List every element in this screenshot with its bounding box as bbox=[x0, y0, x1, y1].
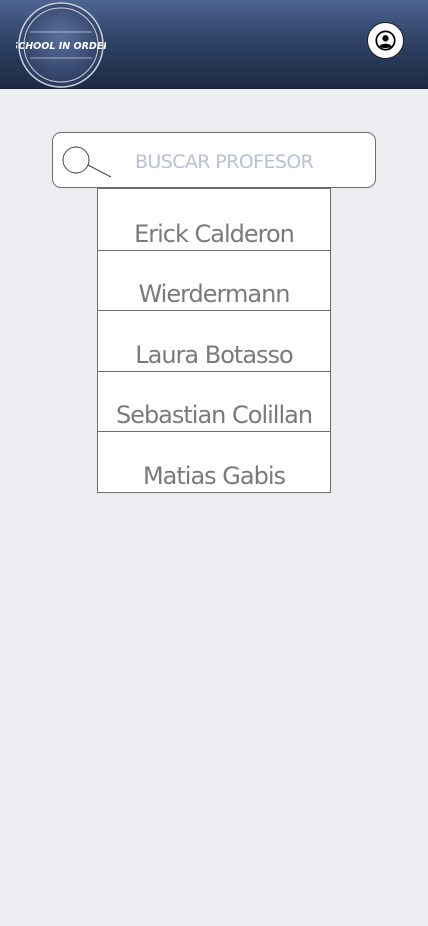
logo-text: SCHOOL IN ORDER bbox=[16, 41, 106, 52]
teacher-name: Erick Calderon bbox=[134, 219, 295, 248]
profile-button[interactable] bbox=[367, 22, 404, 59]
teacher-list: Erick Calderon Wierdermann Laura Botasso… bbox=[97, 188, 331, 493]
teacher-list-item[interactable]: Laura Botasso bbox=[98, 310, 330, 371]
user-circle-icon bbox=[375, 30, 396, 51]
teacher-list-item[interactable]: Sebastian Colillan bbox=[98, 370, 330, 432]
teacher-search-box[interactable] bbox=[52, 132, 376, 188]
teacher-list-item[interactable]: Matias Gabis bbox=[98, 431, 330, 492]
teacher-name: Wierdermann bbox=[138, 280, 290, 308]
teacher-name: Sebastian Colillan bbox=[115, 401, 313, 429]
teacher-list-item[interactable]: Wierdermann bbox=[98, 249, 330, 311]
school-logo-badge-icon: SCHOOL IN ORDER bbox=[16, 2, 106, 88]
magnifier-icon[interactable] bbox=[61, 145, 115, 179]
app-header: SCHOOL IN ORDER bbox=[0, 0, 428, 89]
school-logo[interactable]: SCHOOL IN ORDER bbox=[16, 2, 106, 88]
teacher-search-input[interactable] bbox=[135, 147, 365, 177]
teacher-name: Laura Botasso bbox=[135, 340, 293, 369]
teacher-list-item[interactable]: Erick Calderon bbox=[98, 189, 330, 250]
teacher-name: Matias Gabis bbox=[142, 461, 286, 490]
